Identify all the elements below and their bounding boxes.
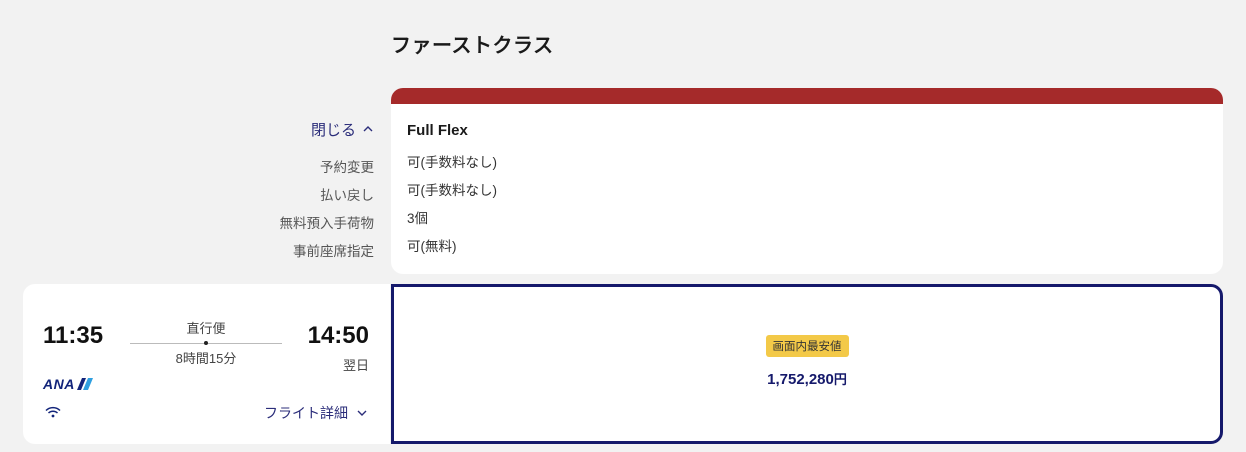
label-change: 予約変更 <box>320 160 374 175</box>
cheapest-badge: 画面内最安値 <box>765 334 849 357</box>
route-dot <box>204 341 208 345</box>
route-type: 直行便 <box>186 321 226 336</box>
chevron-down-icon <box>357 410 367 416</box>
label-seat-selection: 事前座席指定 <box>293 244 374 259</box>
flight-duration: 8時間15分 <box>175 351 237 366</box>
value-baggage: 3個 <box>407 211 429 226</box>
fare-name: Full Flex <box>407 122 468 139</box>
departure-time: 11:35 <box>43 322 104 349</box>
price-select-card[interactable]: 画面内最安値 1,752,280円 <box>391 284 1223 444</box>
flight-detail-label: フライト詳細 <box>264 405 348 421</box>
fare-labels-column: 閉じる 予約変更 払い戻し 無料預入手荷物 事前座席指定 <box>0 114 375 266</box>
airline-logo: ANA <box>43 376 93 392</box>
route-info: 直行便 8時間15分 <box>130 318 282 367</box>
fare-color-bar <box>391 88 1223 104</box>
label-refund: 払い戻し <box>320 188 374 203</box>
arrival-time: 14:50 <box>307 322 369 349</box>
route-line <box>130 341 282 345</box>
value-change: 可(手数料なし) <box>407 155 497 170</box>
price: 1,752,280円 <box>767 369 847 388</box>
price-amount: 1,752,280 <box>767 370 834 388</box>
value-refund: 可(手数料なし) <box>407 183 497 198</box>
airline-name: ANA <box>43 376 75 392</box>
flight-card: 11:35 直行便 8時間15分 14:50 翌日 ANA フライト詳細 <box>23 284 390 444</box>
close-toggle-label: 閉じる <box>310 121 356 139</box>
airline-logo-icon <box>76 378 93 390</box>
label-baggage: 無料預入手荷物 <box>279 216 375 231</box>
arrival-next-day: 翌日 <box>342 358 369 373</box>
chevron-up-icon <box>363 126 373 132</box>
value-seat-selection: 可(無料) <box>407 239 457 254</box>
fare-detail-card: Full Flex 可(手数料なし) 可(手数料なし) 3個 可(無料) <box>391 88 1223 274</box>
close-toggle-button[interactable]: 閉じる <box>311 114 374 144</box>
cabin-class-title: ファーストクラス <box>391 35 554 57</box>
flight-detail-link[interactable]: フライト詳細 <box>264 403 368 423</box>
price-currency: 円 <box>833 371 847 387</box>
wifi-icon <box>45 406 61 418</box>
